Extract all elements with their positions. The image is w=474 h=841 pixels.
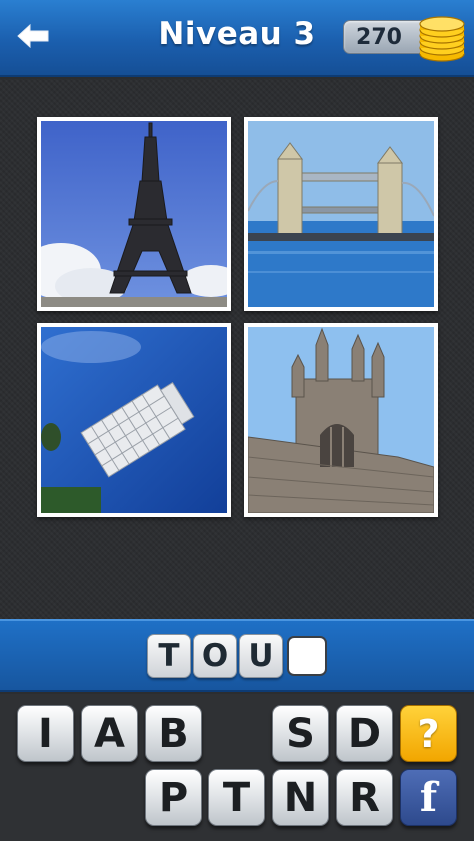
top-bar: Niveau 3 270 — [0, 0, 474, 77]
letter-key-3[interactable]: B — [145, 705, 202, 762]
question-mark-icon: ? — [417, 711, 440, 756]
letter-key-6[interactable]: D — [336, 705, 393, 762]
answer-bar — [0, 619, 474, 692]
letter-key-10[interactable]: R — [336, 769, 393, 826]
coins-value: 270 — [356, 25, 402, 50]
letter-key-9[interactable]: N — [272, 769, 329, 826]
facebook-icon: f — [419, 774, 438, 821]
photo-leaning-tower-pisa[interactable] — [37, 323, 231, 517]
answer-slot-3[interactable]: U — [239, 634, 283, 678]
letter-key-2[interactable]: A — [81, 705, 138, 762]
photo-tower-bridge[interactable] — [244, 117, 438, 311]
hint-button[interactable]: ? — [400, 705, 457, 762]
answer-slot-1[interactable]: T — [147, 634, 191, 678]
answer-slot-4-empty[interactable] — [287, 636, 327, 676]
letter-key-5[interactable]: S — [272, 705, 329, 762]
gold-coins-icon[interactable] — [416, 12, 468, 64]
letter-key-1[interactable]: I — [17, 705, 74, 762]
letter-key-8[interactable]: T — [208, 769, 265, 826]
letter-key-7[interactable]: P — [145, 769, 202, 826]
photo-gothic-church-tower[interactable] — [244, 323, 438, 517]
photo-eiffel-tower[interactable] — [37, 117, 231, 311]
facebook-share-button[interactable]: f — [400, 769, 457, 826]
answer-slot-2[interactable]: O — [193, 634, 237, 678]
